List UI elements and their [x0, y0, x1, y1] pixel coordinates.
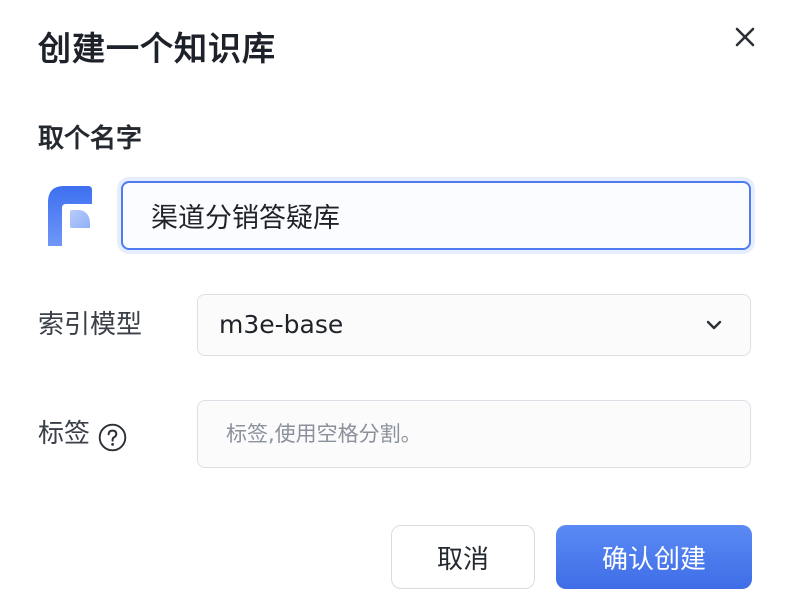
name-section-label: 取个名字 — [38, 124, 143, 154]
tags-input[interactable] — [197, 400, 751, 468]
dialog-title: 创建一个知识库 — [38, 29, 276, 68]
index-model-selected-value: m3e-base — [219, 310, 344, 339]
knowledge-base-avatar[interactable] — [42, 184, 94, 248]
chevron-down-icon — [706, 320, 722, 330]
tags-help-button[interactable] — [98, 423, 127, 452]
confirm-create-button[interactable]: 确认创建 — [556, 525, 752, 589]
cancel-button[interactable]: 取消 — [391, 525, 535, 589]
knowledge-base-name-input[interactable] — [121, 181, 751, 250]
index-model-select[interactable]: m3e-base — [197, 294, 751, 356]
index-model-label: 索引模型 — [38, 310, 143, 340]
knowledge-base-logo-icon — [48, 186, 92, 246]
close-button[interactable] — [728, 20, 762, 54]
question-circle-icon — [98, 423, 127, 452]
tags-label: 标签 — [38, 419, 91, 449]
close-icon — [735, 27, 755, 47]
create-knowledge-base-dialog: 创建一个知识库 取个名字 索引模型 m3e-base — [0, 0, 790, 608]
